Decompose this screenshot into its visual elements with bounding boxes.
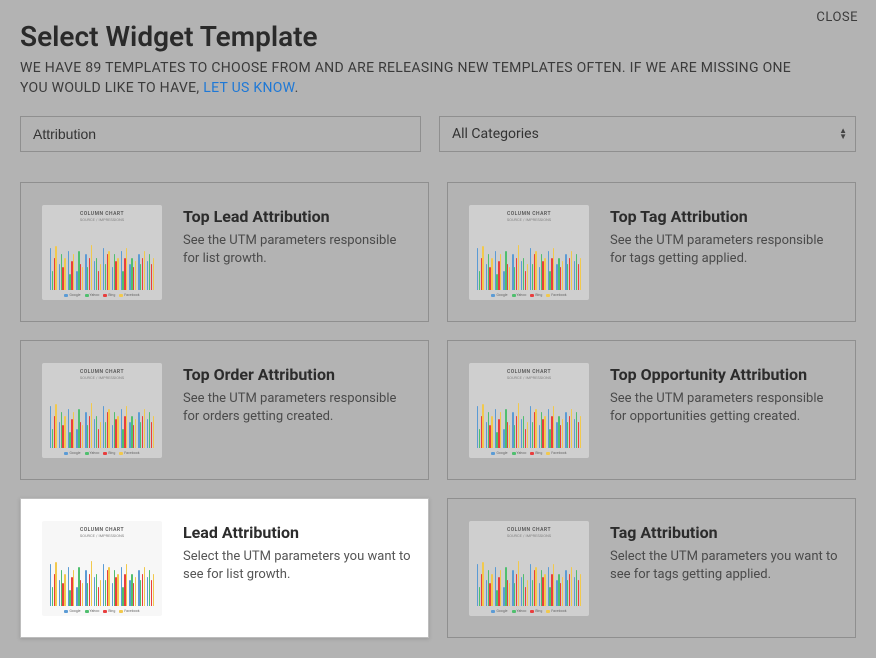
card-title: Top Order Attribution [183,365,412,384]
card-desc: Select the UTM parameters you want to se… [610,548,839,584]
card-title: Top Opportunity Attribution [610,365,839,384]
category-value: All Categories [452,126,539,142]
page-title: Select Widget Template [20,20,856,53]
card-thumb: COLUMN CHARTSOURCE / IMPRESSIONSGoogleYa… [464,517,594,619]
card-desc: Select the UTM parameters you want to se… [183,548,412,584]
template-card[interactable]: COLUMN CHARTSOURCE / IMPRESSIONSGoogleYa… [447,340,856,480]
template-card[interactable]: COLUMN CHARTSOURCE / IMPRESSIONSGoogleYa… [447,498,856,638]
card-thumb: COLUMN CHARTSOURCE / IMPRESSIONSGoogleYa… [37,517,167,619]
template-card[interactable]: COLUMN CHARTSOURCE / IMPRESSIONSGoogleYa… [447,182,856,322]
search-input[interactable] [20,116,421,152]
card-title: Top Tag Attribution [610,207,839,226]
template-card[interactable]: COLUMN CHARTSOURCE / IMPRESSIONSGoogleYa… [20,182,429,322]
thumb-subtitle: SOURCE / IMPRESSIONS [475,217,583,222]
card-text: Top Tag Attribution See the UTM parameter… [610,201,839,303]
card-desc: See the UTM parameters responsible for o… [610,390,839,426]
filter-row: All Categories ▲▼ [20,116,856,152]
chart-thumbnail: COLUMN CHARTSOURCE / IMPRESSIONSGoogleYa… [469,521,589,616]
subtitle-text: WE HAVE 89 TEMPLATES TO CHOOSE FROM AND … [20,60,791,96]
card-text: Tag Attribution Select the UTM parameters… [610,517,839,619]
thumb-legend: GoogleYahooBingFacebook [48,609,156,613]
thumb-legend: GoogleYahooBingFacebook [48,451,156,455]
chart-thumbnail: COLUMN CHARTSOURCE / IMPRESSIONSGoogleYa… [469,363,589,458]
thumb-legend: GoogleYahooBingFacebook [48,293,156,297]
thumb-chart [48,541,156,606]
template-grid: COLUMN CHARTSOURCE / IMPRESSIONSGoogleYa… [20,182,856,638]
let-us-know-link[interactable]: LET US KNOW [203,80,294,96]
card-title: Tag Attribution [610,523,839,542]
card-title: Top Lead Attribution [183,207,412,226]
card-thumb: COLUMN CHARTSOURCE / IMPRESSIONSGoogleYa… [37,201,167,303]
card-text: Top Opportunity Attribution See the UTM p… [610,359,839,461]
thumb-subtitle: SOURCE / IMPRESSIONS [475,375,583,380]
thumb-subtitle: SOURCE / IMPRESSIONS [48,217,156,222]
thumb-chart [48,225,156,290]
card-desc: See the UTM parameters responsible for o… [183,390,412,426]
card-desc: See the UTM parameters responsible for t… [610,232,839,268]
card-title: Lead Attribution [183,523,412,542]
card-thumb: COLUMN CHARTSOURCE / IMPRESSIONSGoogleYa… [464,201,594,303]
chart-thumbnail: COLUMN CHARTSOURCE / IMPRESSIONSGoogleYa… [42,363,162,458]
card-text: Top Lead Attribution See the UTM paramete… [183,201,412,303]
thumb-subtitle: SOURCE / IMPRESSIONS [48,533,156,538]
thumb-legend: GoogleYahooBingFacebook [475,451,583,455]
thumb-legend: GoogleYahooBingFacebook [475,609,583,613]
card-text: Lead Attribution Select the UTM parameter… [183,517,412,619]
category-select[interactable]: All Categories ▲▼ [439,116,856,152]
thumb-chart [475,541,583,606]
thumb-legend: GoogleYahooBingFacebook [475,293,583,297]
card-text: Top Order Attribution See the UTM paramet… [183,359,412,461]
thumb-subtitle: SOURCE / IMPRESSIONS [475,533,583,538]
chart-thumbnail: COLUMN CHARTSOURCE / IMPRESSIONSGoogleYa… [42,521,162,616]
thumb-chart [475,225,583,290]
template-card[interactable]: COLUMN CHARTSOURCE / IMPRESSIONSGoogleYa… [20,340,429,480]
card-desc: See the UTM parameters responsible for l… [183,232,412,268]
close-button[interactable]: CLOSE [816,10,858,25]
subtitle-suffix: . [295,80,299,96]
template-card[interactable]: COLUMN CHARTSOURCE / IMPRESSIONSGoogleYa… [20,498,429,638]
chart-thumbnail: COLUMN CHARTSOURCE / IMPRESSIONSGoogleYa… [42,205,162,300]
page-subtitle: WE HAVE 89 TEMPLATES TO CHOOSE FROM AND … [20,59,800,98]
thumb-chart [475,383,583,448]
thumb-subtitle: SOURCE / IMPRESSIONS [48,375,156,380]
card-thumb: COLUMN CHARTSOURCE / IMPRESSIONSGoogleYa… [37,359,167,461]
thumb-chart [48,383,156,448]
chart-thumbnail: COLUMN CHARTSOURCE / IMPRESSIONSGoogleYa… [469,205,589,300]
card-thumb: COLUMN CHARTSOURCE / IMPRESSIONSGoogleYa… [464,359,594,461]
select-arrows-icon: ▲▼ [839,128,847,140]
